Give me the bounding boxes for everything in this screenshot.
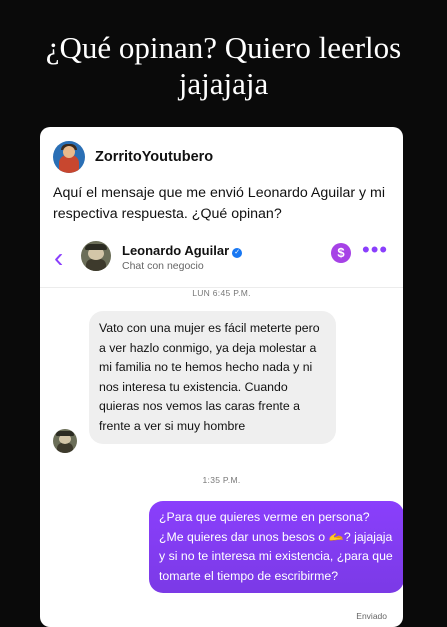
caption-line-1: ¿Qué opinan? Quiero leerlos [45,30,402,65]
message-timestamp: LUN 6:45 P.M. [192,288,251,298]
message-timestamp: 1:35 P.M. [202,475,241,485]
verified-badge-icon: ✓ [232,248,243,258]
more-options-icon[interactable]: ••• [362,239,388,261]
outgoing-message[interactable]: ¿Para que quieres verme en persona? ¿Me … [149,501,403,593]
post-username[interactable]: ZorritoYoutubero [95,149,213,165]
chat-header: ‹ Leonardo Aguilar ✓ Chat con negocio $ •… [40,233,403,288]
post-header: ZorritoYoutubero [53,141,213,173]
incoming-message[interactable]: Vato con una mujer es fácil meterte pero… [89,311,336,444]
contact-name[interactable]: Leonardo Aguilar ✓ [122,243,243,258]
back-chevron-icon[interactable]: ‹ [54,244,63,272]
payment-icon[interactable]: $ [331,243,351,263]
caption-line-2: jajajaja [178,66,269,101]
avatar[interactable] [53,141,85,173]
contact-subtitle: Chat con negocio [122,260,204,272]
post-text: Aquí el mensaje que me envió Leonardo Ag… [53,185,386,222]
post-card: ZorritoYoutubero Aquí el mensaje que me … [40,127,403,627]
sender-avatar [53,429,77,453]
story-caption: ¿Qué opinan? Quiero leerlos jajajaja [0,30,447,102]
contact-avatar[interactable] [81,241,111,271]
